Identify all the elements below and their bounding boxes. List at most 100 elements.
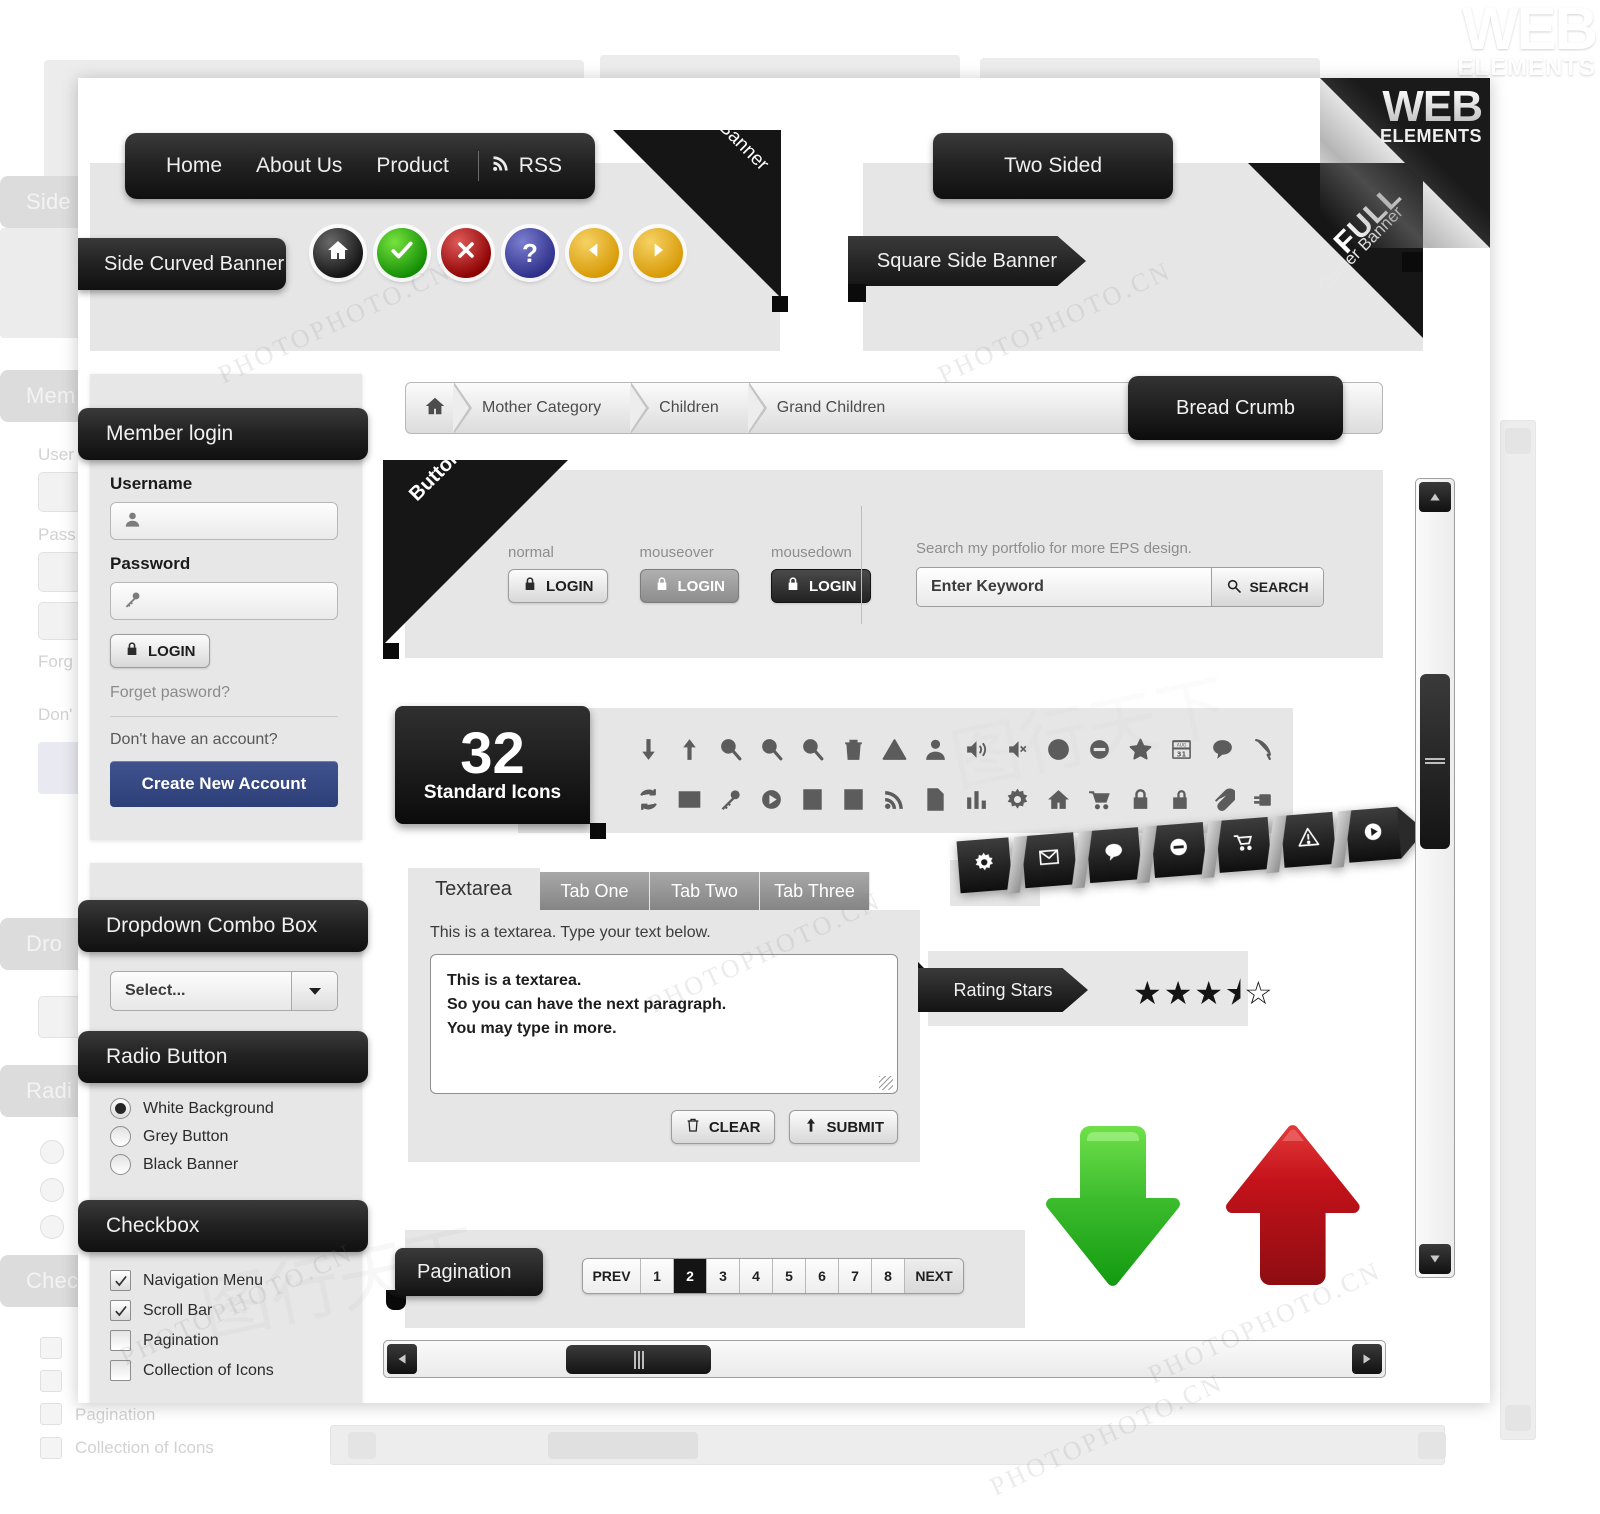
radio-option[interactable]: Black Banner — [110, 1154, 274, 1175]
password-input[interactable] — [110, 582, 338, 620]
breadcrumb-item-grandchildren[interactable]: Grand Children — [749, 383, 916, 433]
ribbon-tool-mail[interactable] — [1021, 832, 1078, 889]
checkbox-option[interactable]: Collection of Icons — [110, 1360, 274, 1381]
tab-three[interactable]: Tab Three — [760, 872, 870, 910]
comment-icon[interactable] — [1202, 728, 1243, 770]
minus-circle-icon[interactable] — [1079, 728, 1120, 770]
checkbox-icon-checked[interactable] — [110, 1270, 131, 1291]
ribbon-tool-play[interactable] — [1345, 806, 1402, 863]
ribbon-tool-minus[interactable] — [1150, 822, 1207, 878]
chart-icon[interactable] — [956, 778, 997, 820]
radio-icon[interactable] — [110, 1126, 131, 1147]
top-navigation-bar[interactable]: Home About Us Product RSS — [116, 133, 604, 208]
circle-button-close[interactable] — [441, 228, 491, 278]
gear-icon[interactable] — [997, 778, 1038, 820]
volume-on-icon[interactable] — [956, 728, 997, 770]
nav-item-home[interactable]: Home — [149, 154, 239, 178]
search-button[interactable]: SEARCH — [1211, 568, 1323, 606]
checkbox-option[interactable]: Scroll Bar — [110, 1300, 274, 1321]
radio-option[interactable]: Grey Button — [110, 1126, 274, 1147]
arrow-up-icon[interactable] — [669, 728, 710, 770]
tab-textarea[interactable]: Textarea — [408, 868, 540, 910]
forgot-password-link[interactable]: Forget pasword? — [110, 684, 338, 702]
search-icon[interactable] — [792, 728, 833, 770]
mail-icon[interactable] — [669, 778, 710, 820]
checkbox-icon[interactable] — [110, 1360, 131, 1381]
checkbox-option[interactable]: Pagination — [110, 1330, 274, 1351]
pagination-page-1[interactable]: 1 — [641, 1259, 674, 1293]
triangle-up-icon[interactable] — [1419, 482, 1451, 512]
zoom-out-icon[interactable] — [751, 728, 792, 770]
rss-icon[interactable] — [874, 778, 915, 820]
circle-button-check[interactable] — [377, 228, 427, 278]
rating-stars[interactable]: ★★★⯨☆ — [1133, 971, 1275, 1025]
play-icon[interactable] — [751, 778, 792, 820]
username-input[interactable] — [110, 502, 338, 540]
collapse-up-icon[interactable] — [833, 778, 874, 820]
paperclip-icon[interactable] — [1202, 778, 1243, 820]
circle-button-home[interactable] — [313, 228, 363, 278]
cart-icon[interactable] — [1079, 778, 1120, 820]
resize-grip[interactable] — [879, 1076, 893, 1090]
chevron-down-icon[interactable] — [291, 972, 337, 1010]
pagination-prev[interactable]: PREV — [583, 1259, 641, 1293]
trash-icon[interactable] — [833, 728, 874, 770]
horizontal-scrollbar-thumb[interactable] — [566, 1345, 711, 1374]
nav-item-about[interactable]: About Us — [239, 154, 359, 178]
checkbox-icon-checked[interactable] — [110, 1300, 131, 1321]
dropdown-combo-box[interactable]: Select... — [110, 971, 338, 1011]
login-button[interactable]: LOGIN — [110, 634, 210, 668]
star-icon[interactable] — [1120, 728, 1161, 770]
zoom-in-icon[interactable] — [710, 728, 751, 770]
nav-item-rss[interactable]: RSS — [491, 153, 562, 179]
volume-mute-icon[interactable] — [997, 728, 1038, 770]
pagination-page-2[interactable]: 2 — [674, 1259, 707, 1293]
clear-button[interactable]: CLEAR — [670, 1110, 775, 1144]
lock-open-icon[interactable] — [1161, 778, 1202, 820]
plug-icon[interactable] — [1243, 778, 1284, 820]
vertical-scrollbar[interactable] — [1415, 478, 1455, 1278]
checkbox-icon[interactable] — [110, 1330, 131, 1351]
key-icon[interactable] — [710, 778, 751, 820]
lock-closed-icon[interactable] — [1120, 778, 1161, 820]
triangle-left-icon[interactable] — [387, 1344, 417, 1374]
search-field[interactable]: Enter Keyword SEARCH — [916, 567, 1324, 607]
tab-two[interactable]: Tab Two — [650, 872, 760, 910]
phone-icon[interactable] — [1243, 728, 1284, 770]
calendar-icon[interactable]: AUG 31 — [1161, 728, 1202, 770]
triangle-right-icon[interactable] — [1352, 1344, 1382, 1374]
radio-icon[interactable] — [110, 1154, 131, 1175]
pagination-page-3[interactable]: 3 — [707, 1259, 740, 1293]
clock-icon[interactable] — [1038, 728, 1079, 770]
search-input[interactable]: Enter Keyword — [917, 568, 1211, 606]
ribbon-tool-warning[interactable] — [1280, 811, 1337, 868]
login-button-mouseover[interactable]: LOGIN — [639, 569, 739, 603]
user-icon[interactable] — [915, 728, 956, 770]
pagination-page-4[interactable]: 4 — [740, 1259, 773, 1293]
breadcrumb-item-children[interactable]: Children — [631, 383, 749, 433]
breadcrumb-item-mother[interactable]: Mother Category — [454, 383, 631, 433]
document-icon[interactable] — [915, 778, 956, 820]
radio-option[interactable]: White Background — [110, 1098, 274, 1119]
vertical-scrollbar-thumb[interactable] — [1420, 674, 1450, 849]
login-button-mousedown[interactable]: LOGIN — [771, 569, 871, 603]
circle-button-help[interactable]: ? — [505, 228, 555, 278]
checkbox-option[interactable]: Navigation Menu — [110, 1270, 274, 1291]
pagination-page-7[interactable]: 7 — [839, 1259, 872, 1293]
horizontal-scrollbar[interactable] — [383, 1340, 1386, 1378]
tab-one[interactable]: Tab One — [540, 872, 650, 910]
breadcrumb-home[interactable] — [406, 383, 454, 433]
pagination-next[interactable]: NEXT — [905, 1259, 963, 1293]
submit-button[interactable]: SUBMIT — [788, 1110, 898, 1144]
arrow-down-icon[interactable] — [628, 728, 669, 770]
refresh-icon[interactable] — [628, 778, 669, 820]
ribbon-tool-comment[interactable] — [1086, 827, 1143, 884]
textarea-input[interactable]: This is a textarea. So you can have the … — [430, 954, 898, 1094]
warning-icon[interactable] — [874, 728, 915, 770]
ribbon-tool-gear[interactable] — [956, 837, 1013, 894]
pagination-page-5[interactable]: 5 — [773, 1259, 806, 1293]
ribbon-tool-cart[interactable] — [1215, 816, 1272, 873]
radio-icon-checked[interactable] — [110, 1098, 131, 1119]
nav-item-product[interactable]: Product — [359, 154, 465, 178]
pagination-page-6[interactable]: 6 — [806, 1259, 839, 1293]
